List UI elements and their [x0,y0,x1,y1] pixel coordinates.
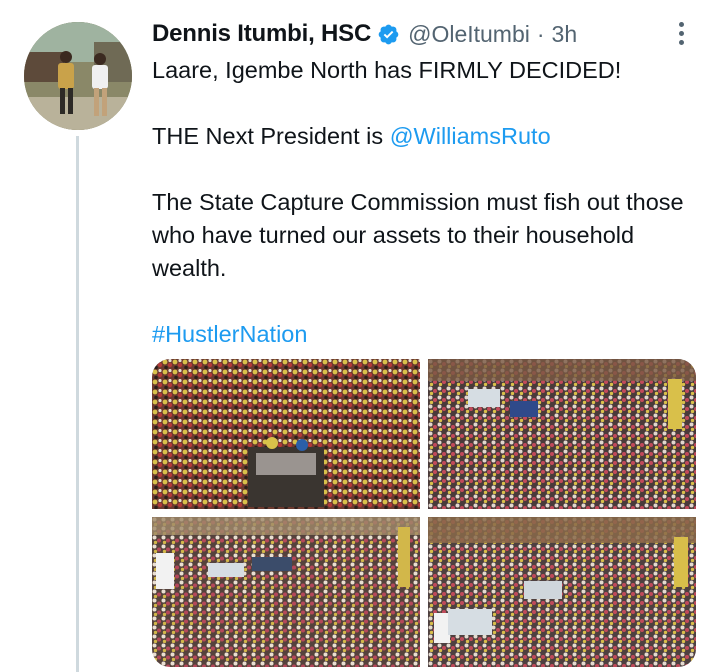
tweet-line-2-prefix: THE Next President is [152,123,390,149]
verified-badge-icon [378,24,399,44]
author-display-name[interactable]: Dennis Itumbi, HSC [152,20,371,48]
tweet-header: Dennis Itumbi, HSC @OleItumbi · 3h [152,18,577,50]
more-dot [678,30,684,36]
tweet-line-3: The State Capture Commission must fish o… [152,189,684,281]
more-dot [678,21,684,27]
tweet-hashtag-line: #HustlerNation [152,318,697,351]
media-photo-4[interactable] [428,517,696,667]
header-separator: · [536,20,545,47]
tweet-body: Laare, Igembe North has FIRMLY DECIDED! … [152,54,697,351]
more-options-icon[interactable] [668,18,694,48]
tweet-line-2: THE Next President is @WilliamsRuto [152,120,697,153]
more-dot [678,39,684,45]
tweet-timestamp[interactable]: 3h [552,21,578,48]
thread-connector-line [76,136,79,672]
author-handle[interactable]: @OleItumbi [408,21,530,48]
author-avatar[interactable] [24,22,132,130]
hashtag-link[interactable]: #HustlerNation [152,321,307,347]
media-grid [152,359,696,667]
media-photo-2[interactable] [428,359,696,509]
mention-link[interactable]: @WilliamsRuto [390,123,551,149]
media-photo-1[interactable] [152,359,420,509]
tweet-line-1: Laare, Igembe North has FIRMLY DECIDED! [152,57,622,83]
media-photo-3[interactable] [152,517,420,667]
